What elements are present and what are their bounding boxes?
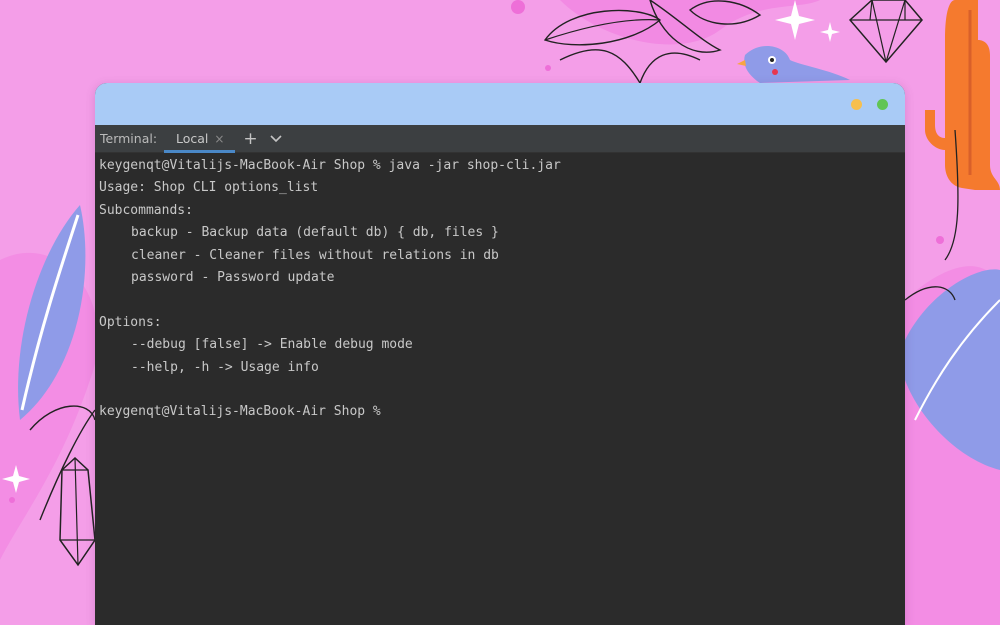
active-tab-indicator: [164, 150, 236, 153]
diamond: [848, 0, 923, 64]
background-blob: [560, 0, 820, 45]
terminal-window: Terminal: Local × + keygenqt@Vitalijs-Ma…: [95, 83, 905, 625]
terminal-line: Usage: Shop CLI options_list: [99, 180, 319, 196]
terminal-line: password - Password update: [131, 269, 335, 285]
background-dot: [511, 0, 525, 14]
terminal-output[interactable]: keygenqt@Vitalijs-MacBook-Air Shop % jav…: [95, 153, 905, 424]
terminal-line: --help, -h -> Usage info: [131, 359, 319, 375]
panel-title: Terminal:: [100, 131, 158, 146]
terminal-tab-bar: Terminal: Local × +: [95, 125, 905, 153]
terminal-line: keygenqt@Vitalijs-MacBook-Air Shop % jav…: [99, 158, 561, 173]
cactus: [925, 0, 1000, 190]
terminal-line: Subcommands:: [99, 202, 193, 218]
tab-local-label: Local: [176, 131, 209, 146]
plus-icon[interactable]: +: [239, 128, 261, 150]
terminal-prompt: keygenqt@Vitalijs-MacBook-Air Shop %: [99, 404, 381, 420]
terminal-line: --debug [false] -> Enable debug mode: [131, 337, 413, 353]
background-dot: [936, 236, 944, 244]
bird: [744, 45, 850, 83]
close-icon[interactable]: ×: [214, 132, 224, 146]
terminal-line: cleaner - Cleaner files without relation…: [131, 247, 499, 263]
background-dot: [545, 65, 551, 71]
chevron-down-icon[interactable]: [265, 128, 287, 150]
terminal-line: backup - Backup data (default db) { db, …: [131, 225, 499, 241]
sparkle: [820, 22, 840, 42]
window-titlebar: [95, 83, 905, 125]
minimize-button[interactable]: [851, 99, 862, 110]
background-dot: [9, 497, 15, 503]
tab-local[interactable]: Local ×: [164, 125, 236, 153]
maximize-button[interactable]: [877, 99, 888, 110]
terminal-line: Options:: [99, 314, 162, 330]
